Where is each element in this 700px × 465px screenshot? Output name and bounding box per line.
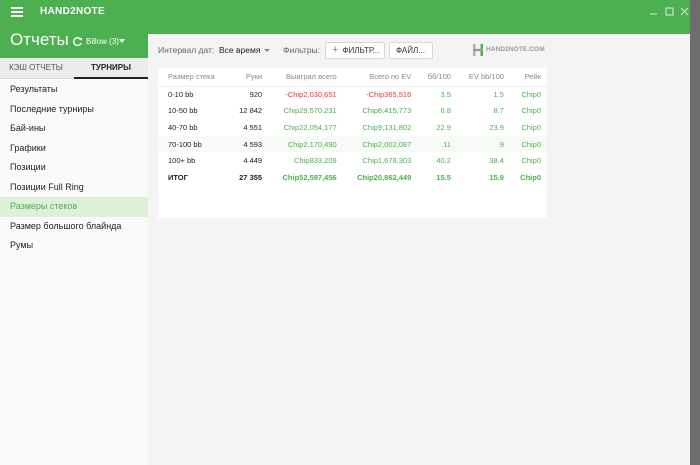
minimize-icon[interactable] (647, 5, 660, 18)
refresh-icon[interactable] (72, 36, 83, 47)
sidebar-item-positions-full-ring[interactable]: Позиции Full Ring (0, 178, 148, 198)
cell-won: Chip29,570,231 (283, 106, 337, 116)
chevron-down-icon[interactable] (119, 39, 125, 43)
app-title: HAND2NOTE (40, 6, 105, 17)
column-header[interactable]: Всего по EV (342, 68, 418, 87)
cell-bb100: 22.9 (436, 122, 451, 132)
cell-hands: 4 551 (243, 122, 263, 132)
cell-won: Chip833,209 (294, 156, 337, 166)
table-row[interactable]: 70-100 bb 4 593 Chip2,170,490 Chip2,002,… (158, 135, 547, 153)
sidebar-item-positions[interactable]: Позиции (0, 158, 148, 178)
cell-rake: Chip0 (521, 106, 541, 116)
column-header[interactable]: Выиграл всего (268, 68, 343, 87)
cell-stack: 100+ bb (168, 156, 196, 166)
close-icon[interactable] (678, 5, 690, 18)
cell-rake: Chip0 (521, 122, 541, 132)
table-row[interactable]: 10-50 bb 12 842 Chip29,570,231 Chip8,415… (158, 103, 547, 120)
sidebar-item-buyins[interactable]: Бай-ины (0, 119, 148, 139)
cell-hands: 4 449 (243, 156, 263, 166)
cell-ev-bb100: 23.9 (489, 122, 504, 132)
app-window: HAND2NOTE Отчеты Billow (3) КЭШ ОТЧЕТЫ Т… (0, 0, 690, 465)
cell-ev-bb100: 38.4 (489, 156, 504, 166)
cell-ev: Chip2,002,087 (342, 135, 418, 153)
menu-icon[interactable] (11, 7, 23, 17)
table-header-row: Размер стека Руки Выиграл всего Всего по… (158, 68, 547, 87)
cell-ev: Chip1,678,303 (362, 156, 412, 166)
cell-hands: 12 842 (239, 106, 263, 116)
cell-rake: Chip0 (521, 156, 541, 166)
main-content: Интервал дат: Все время Фильтры: + ФИЛЬТР… (148, 34, 690, 465)
cell-won: -Chip2,030,651 (285, 90, 337, 100)
sidebar-item-big-blind-size[interactable]: Размер большого блайнда (0, 217, 148, 237)
hand2note-logo-icon (473, 44, 483, 56)
cell-stack: 0-10 bb (168, 90, 194, 100)
sidebar-item-graphs[interactable]: Графики (0, 139, 148, 159)
cell-ev: Chip9,131,802 (362, 122, 412, 132)
logo-text: HAND2NOTE.COM (486, 46, 545, 53)
cell-hands: 920 (249, 90, 263, 100)
cell-stack: 40-70 bb (168, 122, 198, 132)
cell-rake: Chip0 (509, 135, 547, 153)
cell-rake: Chip0 (521, 90, 541, 100)
cell-stack: ИТОГ (168, 172, 188, 182)
cell-rake: Chip0 (520, 172, 541, 182)
date-range-label: Интервал дат: (158, 45, 215, 55)
sidebar-item-results[interactable]: Результаты (0, 80, 148, 100)
cell-ev: Chip8,415,773 (362, 106, 412, 116)
sidebar-tabs: КЭШ ОТЧЕТЫ ТУРНИРЫ (0, 58, 148, 79)
sidebar-nav: Результаты Последние турниры Бай-ины Гра… (0, 80, 148, 256)
filters-label: Фильтры: (283, 45, 321, 55)
file-button[interactable]: ФАЙЛ... (389, 42, 433, 59)
cell-won: Chip52,597,456 (282, 172, 337, 182)
cell-bb100: 40.2 (436, 156, 451, 166)
table-row[interactable]: 40-70 bb 4 551 Chip22,054,177 Chip9,131,… (158, 119, 547, 136)
maximize-icon[interactable] (663, 5, 676, 18)
column-header[interactable]: бб/100 (417, 68, 457, 87)
tab-tournaments[interactable]: ТУРНИРЫ (74, 58, 148, 79)
cell-ev-bb100: 9 (456, 135, 510, 153)
cell-won: Chip22,054,177 (283, 122, 337, 132)
stack-size-report-table: Размер стека Руки Выиграл всего Всего по… (158, 68, 547, 218)
filter-button[interactable]: + ФИЛЬТР... (325, 42, 385, 59)
filter-button-label: ФИЛЬТР... (342, 46, 380, 55)
cell-stack: 10-50 bb (168, 106, 198, 116)
cell-bb100: 3.5 (440, 90, 451, 100)
cell-won: Chip2,170,490 (268, 135, 343, 153)
cell-hands: 27 355 (239, 172, 263, 182)
column-header[interactable]: EV bb/100 (456, 68, 510, 87)
date-range-select[interactable]: Все время (219, 45, 260, 55)
cell-ev: Chip20,862,449 (357, 172, 412, 182)
chevron-down-icon[interactable] (264, 49, 270, 52)
cell-ev-bb100: 1.5 (493, 90, 504, 100)
hand2note-logo: HAND2NOTE.COM (472, 43, 550, 57)
sidebar-item-rooms[interactable]: Румы (0, 236, 148, 256)
table-row[interactable]: 100+ bb 4 449 Chip833,209 Chip1,678,303 … (158, 152, 547, 169)
title-bar: HAND2NOTE (0, 0, 690, 24)
table-row[interactable]: 0-10 bb 920 -Chip2,030,651 -Chip365,516 … (158, 86, 547, 103)
plus-icon: + (332, 44, 339, 56)
tab-cash-reports[interactable]: КЭШ ОТЧЕТЫ (0, 58, 72, 79)
cell-bb100: 6.8 (440, 106, 451, 116)
column-header[interactable]: Руки (228, 68, 269, 87)
column-header[interactable]: Рейк (509, 68, 547, 87)
cell-ev-bb100: 15.9 (489, 172, 504, 182)
cell-hands: 4 593 (228, 135, 269, 153)
page-title: Отчеты (10, 30, 69, 49)
cell-stack: 70-100 bb (158, 135, 229, 153)
sidebar-item-stack-sizes[interactable]: Размеры стеков (0, 197, 148, 217)
cell-ev-bb100: 8.7 (493, 106, 504, 116)
desktop-background (690, 0, 700, 465)
cell-bb100: 11 (417, 135, 457, 153)
sidebar-item-recent-tournaments[interactable]: Последние турниры (0, 100, 148, 120)
report-toolbar: Интервал дат: Все время Фильтры: + ФИЛЬТР… (148, 34, 690, 66)
table-total-row: ИТОГ 27 355 Chip52,597,456 Chip20,862,44… (158, 169, 547, 186)
cell-ev: -Chip365,516 (366, 90, 412, 100)
cell-bb100: 15.5 (436, 172, 451, 182)
column-header[interactable]: Размер стека (158, 68, 229, 87)
account-selector[interactable]: Billow (3) (86, 37, 119, 46)
sidebar: КЭШ ОТЧЕТЫ ТУРНИРЫ Результаты Последние … (0, 58, 148, 465)
